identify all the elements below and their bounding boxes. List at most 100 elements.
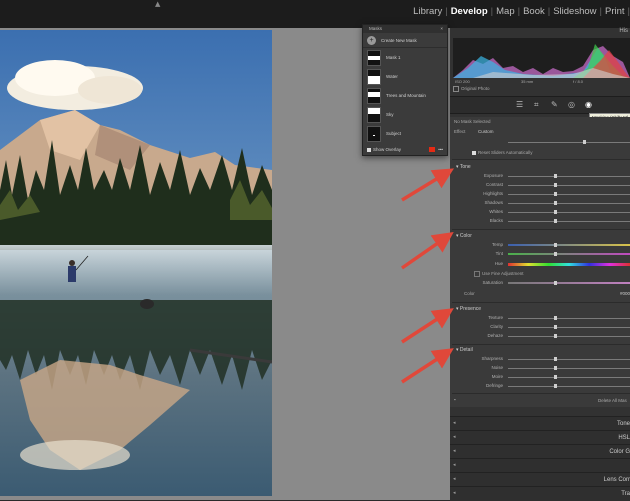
slider-label: Highlights (483, 191, 503, 196)
iso-value: ISO 200 (455, 79, 470, 84)
color-section-header[interactable]: ▾ Color (456, 233, 472, 239)
crop-icon[interactable]: ⌗ (534, 100, 539, 110)
reset-sliders-toggle[interactable]: Reset Sliders Automatically (472, 150, 533, 155)
mask-item[interactable]: Mask 1 (363, 48, 447, 67)
collapse-caret-icon[interactable]: ▲ (155, 0, 160, 8)
color-value[interactable]: #0000 (620, 291, 630, 296)
detail-panel[interactable]: ◂ (450, 458, 630, 473)
module-slideshow[interactable]: Slideshow (550, 6, 599, 17)
saturation-slider[interactable]: Saturation (480, 280, 630, 286)
edit-sliders-icon[interactable]: ☰ (516, 100, 523, 109)
masking-icon[interactable]: ◉ (585, 100, 592, 109)
tool-strip: ☰ ⌗ ✎ ◎ ◉ (450, 96, 630, 114)
noise-slider[interactable]: Noise (480, 365, 630, 371)
module-bar: ▲ Library | Develop | Map | Book | Slide… (0, 0, 630, 28)
slider-knob[interactable] (554, 281, 557, 285)
lens-corrections-panel[interactable]: ◂ Lens Corr (450, 472, 630, 487)
original-photo-checkbox[interactable] (453, 86, 459, 92)
expand-arrow-icon: ◂ (453, 462, 456, 468)
slider-knob[interactable] (554, 192, 557, 196)
slider-knob[interactable] (554, 384, 557, 388)
expand-arrow-icon: ◂ (453, 476, 456, 482)
detail-section-header[interactable]: ▾ Detail (456, 347, 473, 353)
reset-sliders-checkbox[interactable] (472, 150, 476, 155)
healing-brush-icon[interactable]: ✎ (551, 100, 558, 109)
panel-menu-icon[interactable]: ▪ (454, 397, 456, 402)
close-icon[interactable]: × (440, 25, 443, 33)
module-develop[interactable]: Develop (448, 6, 491, 17)
panel-title: Lens Corr (603, 477, 630, 483)
slider-label: Tint (495, 251, 503, 256)
hsl-panel[interactable]: ◂ HSL (450, 430, 630, 445)
slider-knob[interactable] (554, 334, 557, 338)
divider (452, 229, 630, 230)
divider (452, 302, 630, 303)
show-overlay-toggle[interactable]: Show Overlay ••• (367, 147, 443, 152)
tone-section-header[interactable]: ▾ Tone (456, 164, 471, 170)
expand-arrow-icon: ◂ (453, 490, 456, 496)
show-overlay-checkbox[interactable] (367, 147, 371, 152)
module-print[interactable]: Print (602, 6, 628, 17)
mask-item-label: Sky (386, 112, 394, 117)
transform-panel[interactable]: ◂ Tra (450, 486, 630, 501)
mask-item[interactable]: Subject (363, 124, 447, 143)
overlay-color-swatch[interactable] (429, 147, 436, 152)
slider-knob[interactable] (554, 201, 557, 205)
masks-panel-title: Masks × (363, 25, 447, 33)
panel-title: Tra (621, 491, 630, 497)
original-photo-toggle[interactable]: Original Photo (453, 86, 490, 92)
mask-item[interactable]: Water (363, 67, 447, 86)
contrast-slider[interactable]: Contrast (480, 182, 630, 188)
slider-knob[interactable] (554, 210, 557, 214)
slider-knob[interactable] (583, 140, 586, 144)
highlights-slider[interactable]: Highlights (480, 191, 630, 197)
slider-knob[interactable] (554, 183, 557, 187)
slider-knob[interactable] (554, 325, 557, 329)
clarity-slider[interactable]: Clarity (480, 324, 630, 330)
mask-item-label: Trees and Mountain (386, 93, 426, 98)
effect-amount-slider[interactable] (480, 139, 630, 145)
slider-knob[interactable] (554, 243, 557, 247)
delete-all-masks-button[interactable]: Delete All Mas (598, 398, 627, 403)
hue-slider[interactable]: Hue (480, 261, 630, 267)
create-new-mask-button[interactable]: + Create New Mask (363, 33, 447, 48)
exposure-slider[interactable]: Exposure (480, 173, 630, 179)
fine-adjustment-checkbox[interactable] (474, 271, 480, 277)
landscape-photo[interactable] (0, 30, 272, 496)
slider-knob[interactable] (554, 316, 557, 320)
slider-label: Moire (491, 374, 503, 379)
slider-knob[interactable] (554, 174, 557, 178)
tone-curve-panel[interactable]: ◂ Tone (450, 416, 630, 431)
slider-label: Defringe (485, 383, 503, 388)
tint-slider[interactable]: Tint (480, 251, 630, 257)
temp-slider[interactable]: Temp (480, 242, 630, 248)
slider-track (508, 386, 630, 387)
sharpness-slider[interactable]: Sharpness (480, 356, 630, 362)
module-map[interactable]: Map (493, 6, 517, 17)
mask-item[interactable]: Sky (363, 105, 447, 124)
slider-knob[interactable] (554, 366, 557, 370)
defringe-slider[interactable]: Defringe (480, 383, 630, 389)
slider-knob[interactable] (554, 357, 557, 361)
dehaze-slider[interactable]: Dehaze (480, 333, 630, 339)
histogram (453, 38, 630, 78)
color-section-title: Color (459, 233, 472, 239)
slider-knob[interactable] (554, 219, 557, 223)
shadows-slider[interactable]: Shadows (480, 200, 630, 206)
mask-item[interactable]: Trees and Mountain (363, 86, 447, 105)
whites-slider[interactable]: Whites (480, 209, 630, 215)
red-eye-icon[interactable]: ◎ (568, 100, 575, 109)
more-options-icon[interactable]: ••• (438, 147, 443, 152)
texture-slider[interactable]: Texture (480, 315, 630, 321)
module-library[interactable]: Library (410, 6, 445, 17)
effect-preset-dropdown[interactable]: Custom (478, 129, 494, 134)
moire-slider[interactable]: Moire (480, 374, 630, 380)
blacks-slider[interactable]: Blacks (480, 218, 630, 224)
module-book[interactable]: Book (520, 6, 548, 17)
slider-label: Exposure (483, 173, 503, 178)
presence-section-header[interactable]: ▾ Presence (456, 306, 481, 312)
color-grading-panel[interactable]: ◂ Color G (450, 444, 630, 459)
slider-knob[interactable] (554, 375, 557, 379)
slider-knob[interactable] (554, 252, 557, 256)
fine-adjustment-toggle[interactable]: Use Fine Adjustment (474, 271, 524, 277)
